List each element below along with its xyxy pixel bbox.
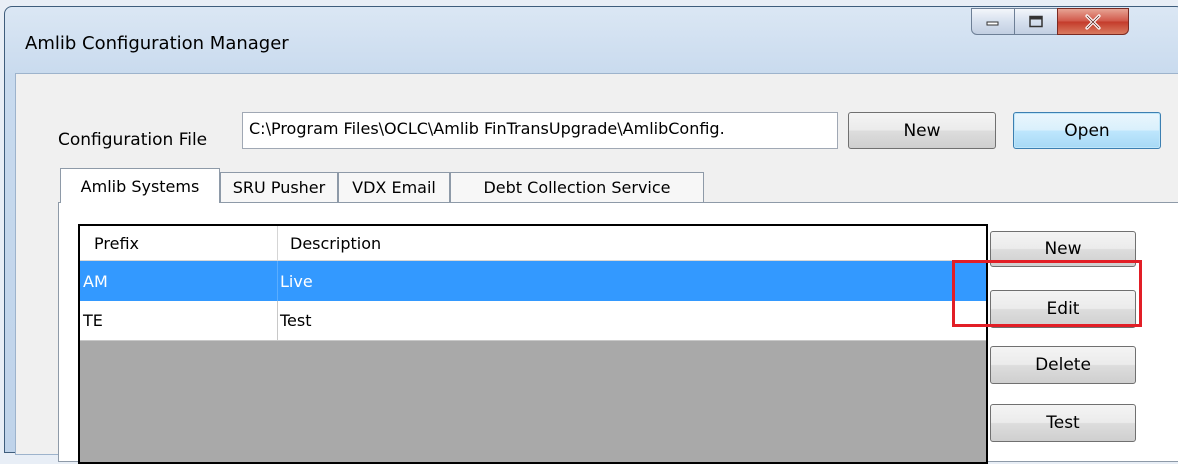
- tab-amlib-systems[interactable]: Amlib Systems: [60, 168, 220, 203]
- edit-highlight-annotation: [952, 260, 1142, 327]
- grid-header: Prefix Description: [80, 226, 986, 261]
- system-test-button[interactable]: Test: [990, 404, 1136, 442]
- configuration-file-label: Configuration File: [58, 130, 208, 150]
- config-open-button[interactable]: Open: [1013, 112, 1161, 149]
- minimize-icon: [986, 21, 999, 25]
- tab-vdx-email[interactable]: VDX Email: [338, 172, 450, 202]
- minimize-button[interactable]: [971, 8, 1015, 35]
- systems-grid[interactable]: Prefix Description AM Live TE Test: [78, 224, 988, 464]
- close-icon: [1085, 13, 1101, 30]
- app-window: Amlib Configuration Manager Configuratio…: [4, 6, 1178, 464]
- cell-prefix: AM: [80, 261, 278, 301]
- table-row[interactable]: TE Test: [80, 301, 986, 341]
- column-header-prefix[interactable]: Prefix: [80, 226, 278, 260]
- maximize-icon: [1029, 15, 1043, 27]
- tab-sru-pusher[interactable]: SRU Pusher: [220, 172, 338, 202]
- cell-prefix: TE: [80, 301, 278, 340]
- cell-description: Live: [280, 271, 313, 291]
- configuration-file-path[interactable]: C:\Program Files\OCLC\Amlib FinTransUpgr…: [242, 112, 838, 149]
- maximize-button[interactable]: [1014, 8, 1058, 35]
- cell-description: Test: [280, 311, 312, 330]
- column-header-description[interactable]: Description: [278, 226, 986, 260]
- system-delete-button[interactable]: Delete: [990, 346, 1136, 384]
- close-button[interactable]: [1057, 8, 1129, 35]
- window-title: Amlib Configuration Manager: [25, 33, 289, 54]
- config-new-button[interactable]: New: [848, 112, 996, 149]
- table-row[interactable]: AM Live: [80, 261, 986, 301]
- tab-debt-collection-service[interactable]: Debt Collection Service: [450, 172, 704, 202]
